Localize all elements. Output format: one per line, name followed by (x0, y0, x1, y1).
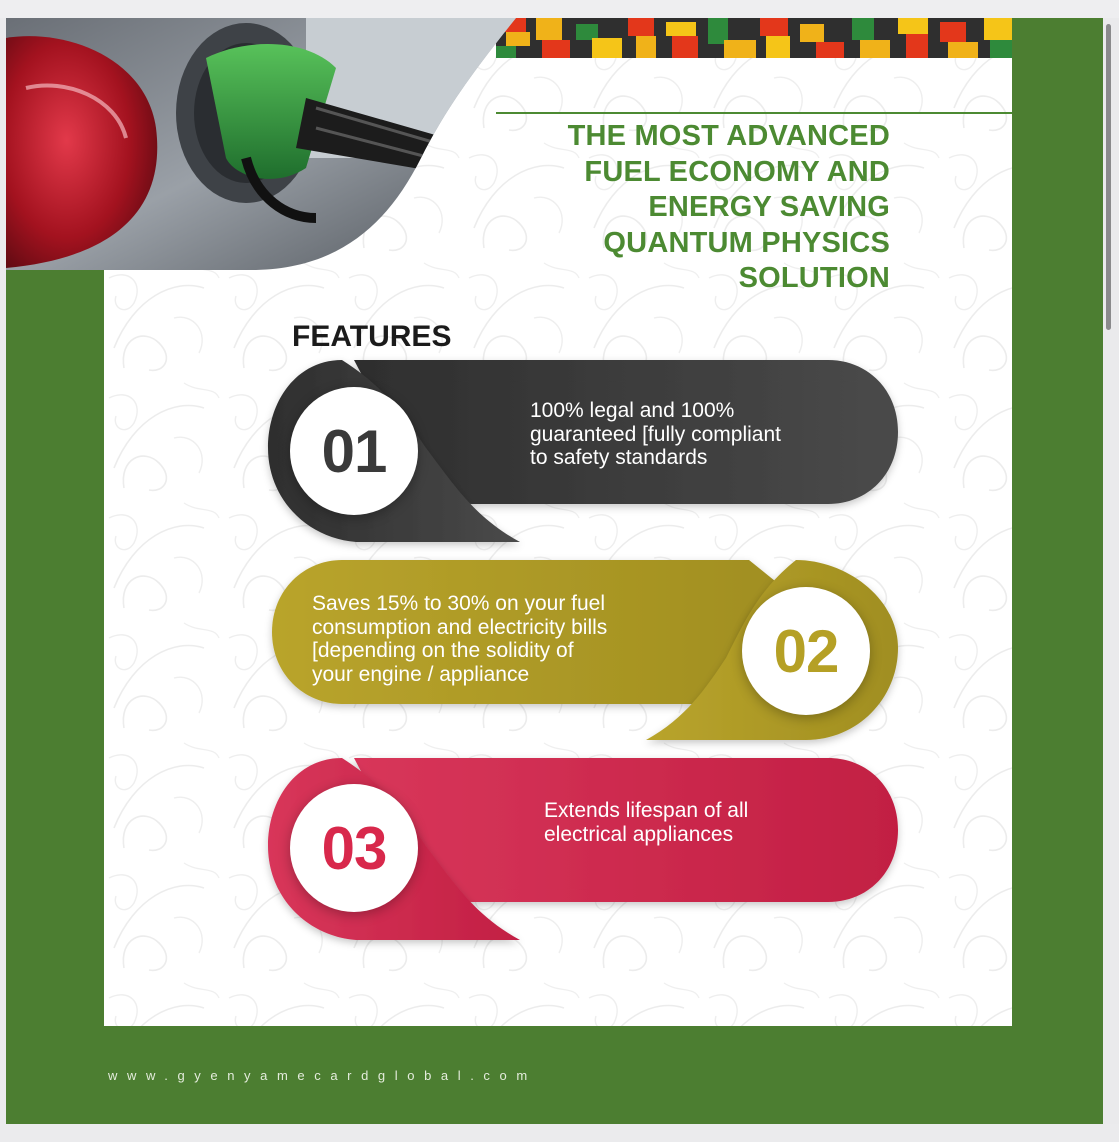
feature-shapes (268, 360, 898, 940)
feature-2-line: [depending on the solidity of (312, 639, 574, 662)
feature-2-description: Saves 15% to 30% on your fuel consumptio… (312, 592, 712, 686)
feature-3-line: electrical appliances (544, 822, 734, 846)
website-url: www.gyenyamecardglobal.com (108, 1068, 537, 1083)
feature-2-line: consumption and electricity bills (312, 615, 608, 639)
poster: THE MOST ADVANCED FUEL ECONOMY AND ENERG… (6, 18, 1103, 1124)
feature-2-line: Saves 15% to 30% on your fuel (312, 592, 606, 615)
feature-2-line: your engine / appliance (312, 662, 530, 686)
top-bar (0, 0, 1119, 18)
bottom-strip (0, 1124, 1119, 1142)
feature-1-number-badge: 01 (290, 387, 418, 515)
feature-1-line: 100% legal and 100% (530, 399, 735, 422)
feature-3-description: Extends lifespan of all electrical appli… (544, 799, 874, 846)
feature-3-number-badge: 03 (290, 784, 418, 912)
feature-2-number-badge: 02 (742, 587, 870, 715)
feature-1-line: to safety standards (530, 446, 708, 469)
feature-1-line: guaranteed [fully compliant (530, 422, 781, 446)
page-frame: THE MOST ADVANCED FUEL ECONOMY AND ENERG… (0, 0, 1119, 1142)
feature-3-line: Extends lifespan of all (544, 799, 749, 822)
scrollbar-thumb[interactable] (1106, 24, 1111, 330)
feature-1-description: 100% legal and 100% guaranteed [fully co… (530, 399, 860, 470)
